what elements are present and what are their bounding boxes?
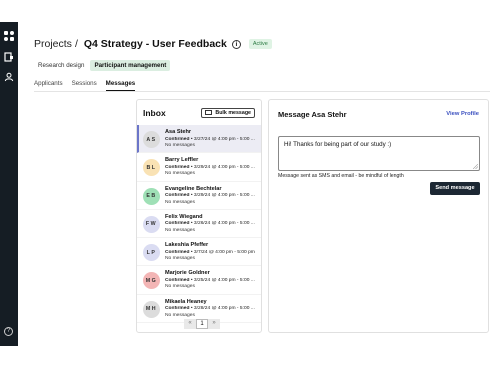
status-badge: Active [248,39,272,49]
message-preview: No messages [165,143,195,148]
session-time: • 3/28/24 @ 4:00 pm - 5:00 ... [189,306,255,312]
message-hint: Message sent as SMS and email - be mindf… [278,173,404,179]
page-title: Q4 Strategy - User Feedback [83,38,227,50]
message-preview: No messages [165,284,195,290]
tab-bar: Applicants Sessions Messages [34,78,490,92]
message-preview: No messages [165,227,195,233]
inbox-item-text: Marjorie Goldner Confirmed • 3/25/24 @ 4:… [165,270,261,289]
subtab-participant-management[interactable]: Participant management [90,59,171,71]
avatar: MG [143,272,160,290]
session-time: • 3/25/24 @ 4:00 pm - 5:00 ... [189,277,255,283]
view-profile-link[interactable]: View Profile [446,111,479,117]
prev-page-button[interactable]: « [184,319,196,329]
inbox-list: AS Asa Stehr Confirmed • 3/27/24 @ 4:00 pm… [137,125,261,324]
inbox-item[interactable]: LP Lakeshia Pfeffer Confirmed • 3/7/24 @ 4… [137,238,261,267]
tab-applicants[interactable]: Applicants [34,78,63,91]
avatar: EB [143,187,160,205]
avatar: FW [143,215,160,233]
next-page-button[interactable]: » [208,319,220,329]
status-label: Confirmed [165,277,190,283]
avatar: MH [143,300,160,318]
inbox-item-text: Asa Stehr Confirmed • 3/27/24 @ 4:00 pm -… [165,129,261,148]
session-status: Confirmed • 3/26/24 @ 4:00 pm - 5:00 ... [165,221,261,226]
message-text: Hi! Thanks for being part of our study :… [284,141,392,148]
message-preview: No messages [165,199,195,205]
message-preview: No messages [165,256,195,262]
status-label: Confirmed [165,221,190,227]
mail-icon [205,110,213,115]
message-preview: No messages [165,312,195,318]
participant-name: Felix Wiegand [165,213,203,220]
participants-icon[interactable] [4,72,14,82]
message-preview: No messages [165,171,195,177]
participant-name: Evangeline Bechtelar [165,185,222,192]
current-page[interactable]: 1 [196,319,208,329]
send-message-button[interactable]: Send message [430,182,480,195]
participant-name: Marjorie Goldner [165,270,210,277]
page-header: Projects / Q4 Strategy - User Feedback i… [34,37,272,51]
side-nav: ? [0,22,18,346]
status-label: Confirmed [165,136,190,142]
status-label: Confirmed [165,249,190,255]
inbox-item-text: Lakeshia Pfeffer Confirmed • 3/7/24 @ 4:0… [165,242,261,261]
session-status: Confirmed • 3/28/24 @ 4:00 pm - 5:00 ... [165,306,261,311]
info-icon[interactable]: i [231,39,241,49]
inbox-item-text: Evangeline Bechtelar Confirmed • 3/29/24 … [165,186,261,205]
participant-name: Mikaela Heaney [165,298,207,305]
session-time: • 3/29/24 @ 4:00 pm - 5:00 ... [189,193,255,199]
status-label: Confirmed [165,306,190,312]
status-label: Confirmed [165,193,190,199]
avatar: LP [143,244,160,262]
pagination: « 1 » [184,319,220,329]
tab-messages[interactable]: Messages [105,78,136,91]
avatar: AS [143,131,160,148]
inbox-item[interactable]: FW Felix Wiegand Confirmed • 3/26/24 @ 4:0… [137,210,261,239]
inbox-item[interactable]: EB Evangeline Bechtelar Confirmed • 3/29/2… [137,182,261,210]
inbox-item-text: Mikaela Heaney Confirmed • 3/28/24 @ 4:00… [165,299,261,318]
session-status: Confirmed • 3/25/24 @ 4:00 pm - 5:00 ... [165,278,261,283]
session-time: • 3/26/24 @ 4:00 pm - 5:00 ... [189,221,255,227]
inbox-item-text: Barry Leffler Confirmed • 3/29/24 @ 4:00 … [165,157,261,176]
participant-name: Barry Leffler [165,157,199,164]
inbox-item[interactable]: MG Marjorie Goldner Confirmed • 3/25/24 @ … [137,266,261,295]
projects-icon[interactable] [4,52,14,62]
inbox-item-text: Felix Wiegand Confirmed • 3/26/24 @ 4:00 … [165,214,261,233]
bulk-message-button[interactable]: Bulk message [201,107,255,118]
bulk-message-label: Bulk message [215,109,251,116]
inbox-title: Inbox [143,107,166,118]
breadcrumb-projects[interactable]: Projects [34,38,72,50]
section-switcher: Research design Participant management [34,59,172,71]
avatar: BL [143,159,160,177]
message-panel: Message Asa Stehr View Profile Hi! Thank… [268,99,489,333]
inbox-panel: Inbox Bulk message AS Asa Stehr Confirmed … [136,99,262,333]
session-status: Confirmed • 3/29/24 @ 4:00 pm - 5:00 ... [165,193,261,198]
session-time: • 3/27/24 @ 4:00 pm - 5:00 ... [189,136,255,142]
app-logo-icon[interactable] [4,31,14,41]
status-label: Confirmed [165,164,190,170]
inbox-item[interactable]: BL Barry Leffler Confirmed • 3/29/24 @ 4:0… [137,153,261,182]
message-textarea[interactable]: Hi! Thanks for being part of our study :… [278,136,480,171]
participant-name: Lakeshia Pfeffer [165,242,209,249]
inbox-header: Inbox Bulk message [137,100,261,125]
resize-handle-icon[interactable] [473,164,478,169]
breadcrumb-separator: / [74,38,78,50]
message-panel-title: Message Asa Stehr [278,110,347,119]
help-icon[interactable]: ? [4,327,13,336]
session-time: • 3/29/24 @ 4:00 pm - 5:00 ... [189,164,255,170]
session-status: Confirmed • 3/27/24 @ 4:00 pm - 5:00 ... [165,137,261,142]
participant-name: Asa Stehr [165,129,192,135]
session-time: • 3/7/24 @ 4:00 pm - 5:00 pm [189,249,255,255]
subtab-research-design[interactable]: Research design [34,60,88,71]
session-status: Confirmed • 3/7/24 @ 4:00 pm - 5:00 pm [165,250,261,255]
tab-sessions[interactable]: Sessions [72,78,97,91]
inbox-item[interactable]: AS Asa Stehr Confirmed • 3/27/24 @ 4:00 pm… [137,125,261,154]
session-status: Confirmed • 3/29/24 @ 4:00 pm - 5:00 ... [165,165,261,170]
